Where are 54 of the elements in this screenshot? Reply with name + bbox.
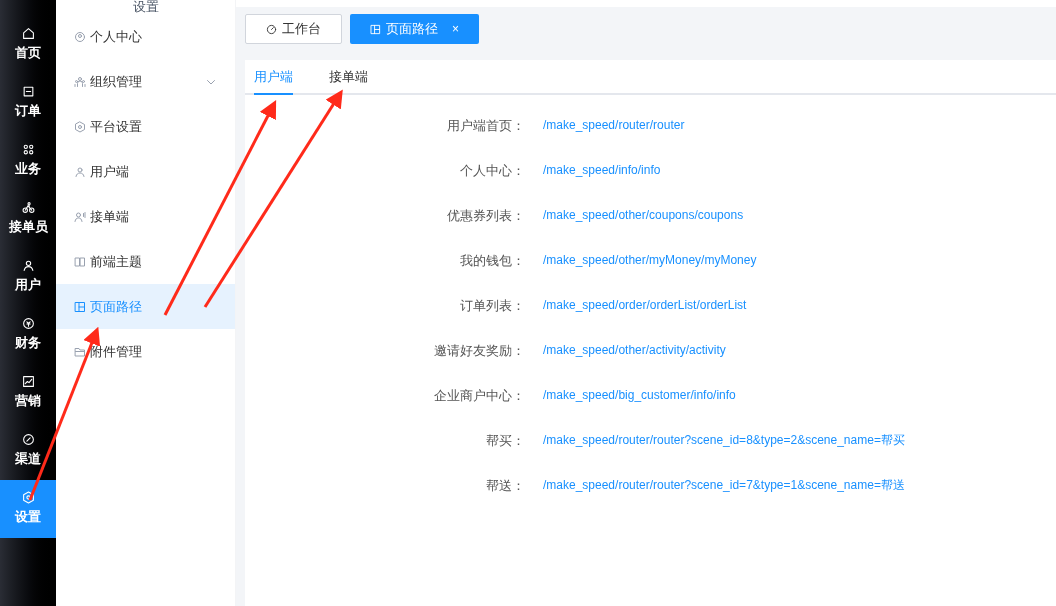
page-tab[interactable]: 工作台: [245, 14, 342, 44]
route-label: 企业商户中心：: [433, 387, 525, 405]
route-label: 优惠券列表：: [446, 207, 525, 225]
submenu-item[interactable]: 接单端: [56, 194, 235, 239]
route-path: /make_speed/other/coupons/coupons: [543, 207, 744, 224]
gauge-icon: [266, 23, 277, 35]
chart-icon: [21, 375, 35, 389]
coin-icon: [21, 317, 35, 331]
nav-item[interactable]: 订单: [0, 74, 56, 132]
nav-item[interactable]: 财务: [0, 306, 56, 364]
link-icon: [21, 433, 35, 447]
route-label: 用户端首页：: [446, 117, 525, 135]
route-label: 邀请好友奖励：: [433, 342, 525, 360]
submenu-item[interactable]: 组织管理: [56, 59, 235, 104]
nav-item[interactable]: 用户: [0, 248, 56, 306]
route-path: /make_speed/router/router?scene_id=8&type=2&scene_name=帮买: [543, 432, 905, 449]
book-icon: [74, 255, 86, 268]
settings-icon: [21, 491, 35, 505]
submenu-item[interactable]: 附件管理: [56, 329, 235, 374]
route-path: /make_speed/order/orderList/orderList: [543, 297, 747, 314]
hexagon-icon: [74, 120, 86, 133]
submenu-item[interactable]: 前端主题: [56, 239, 235, 284]
nav-item[interactable]: 业务: [0, 132, 56, 190]
folder-icon: [74, 345, 86, 358]
route-label: 帮送：: [485, 477, 525, 495]
submenu-item[interactable]: 用户端: [56, 149, 235, 194]
route-path: /make_speed/info/info: [543, 162, 661, 179]
location-icon: [74, 30, 86, 43]
panel-icon: [370, 23, 381, 35]
route-path: /make_speed/other/activity/activity: [543, 342, 726, 359]
route-path: /make_speed/big_customer/info/info: [543, 387, 736, 404]
submenu-item[interactable]: 平台设置: [56, 104, 235, 149]
nav-item[interactable]: 首页: [0, 16, 56, 74]
tab[interactable]: 接单端: [329, 60, 368, 95]
route-path: /make_speed/router/router?scene_id=7&type=1&scene_name=帮送: [543, 477, 905, 494]
route-label: 我的钱包：: [459, 252, 525, 270]
nav-item[interactable]: 营销: [0, 364, 56, 422]
nav-item[interactable]: 渠道: [0, 422, 56, 480]
user-icon: [21, 259, 35, 273]
submenu-item[interactable]: 个人中心: [56, 14, 235, 59]
bicycle-icon: [21, 201, 35, 215]
route-label: 帮买：: [485, 432, 525, 450]
home-icon: [21, 27, 35, 41]
grid-icon: [21, 143, 35, 157]
user-icon: [74, 165, 86, 178]
route-label: 个人中心：: [459, 162, 525, 180]
user-signal-icon: [74, 210, 86, 223]
people-icon: [74, 75, 86, 88]
panel-icon: [74, 300, 86, 313]
route-label: 订单列表：: [459, 297, 525, 315]
nav-item[interactable]: 接单员: [0, 190, 56, 248]
route-path: /make_speed/router/router: [543, 117, 685, 134]
order-icon: [21, 85, 35, 99]
route-path: /make_speed/other/myMoney/myMoney: [543, 252, 757, 269]
